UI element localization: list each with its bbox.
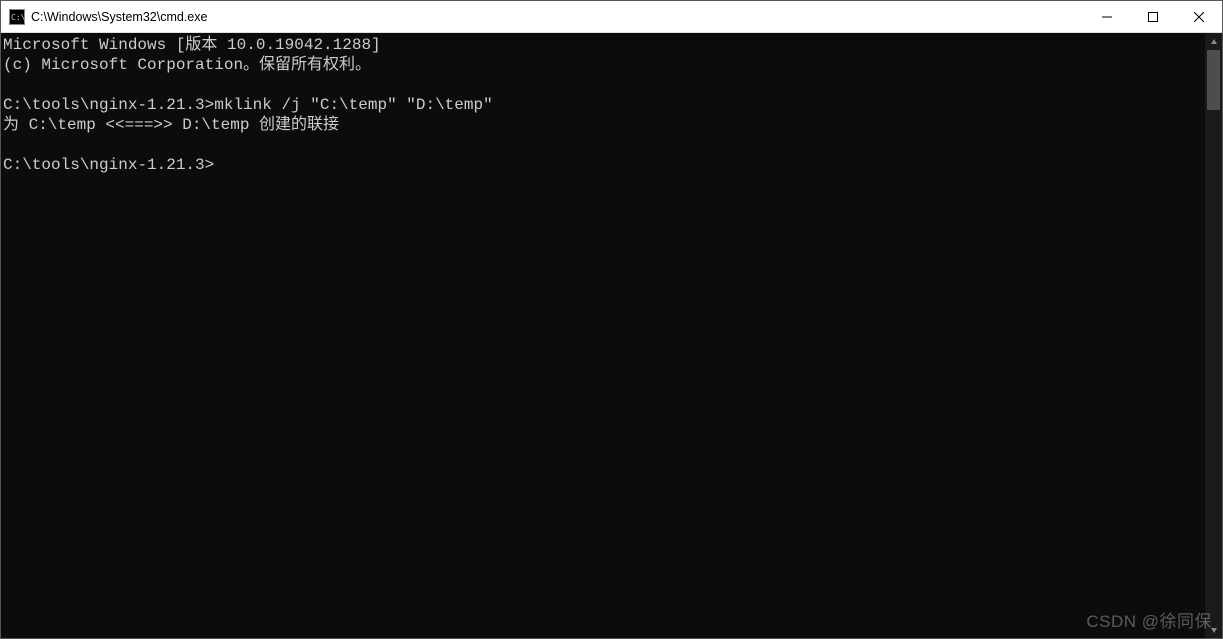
- console-line: C:\tools\nginx-1.21.3>: [3, 155, 1205, 175]
- console-line: [3, 75, 1205, 95]
- titlebar[interactable]: C:\ C:\Windows\System32\cmd.exe: [1, 1, 1222, 33]
- window-controls: [1084, 1, 1222, 32]
- cmd-window: C:\ C:\Windows\System32\cmd.exe Microsof…: [0, 0, 1223, 639]
- console-line: 为 C:\temp <<===>> D:\temp 创建的联接: [3, 115, 1205, 135]
- maximize-button[interactable]: [1130, 1, 1176, 32]
- console-line: (c) Microsoft Corporation。保留所有权利。: [3, 55, 1205, 75]
- close-button[interactable]: [1176, 1, 1222, 32]
- minimize-button[interactable]: [1084, 1, 1130, 32]
- scroll-up-arrow[interactable]: [1205, 33, 1222, 50]
- scroll-track[interactable]: [1205, 50, 1222, 621]
- console-line: [3, 135, 1205, 155]
- svg-text:C:\: C:\: [11, 13, 25, 22]
- window-title: C:\Windows\System32\cmd.exe: [31, 10, 1084, 24]
- scroll-thumb[interactable]: [1207, 50, 1220, 110]
- scroll-down-arrow[interactable]: [1205, 621, 1222, 638]
- cmd-icon: C:\: [9, 9, 25, 25]
- console-line: Microsoft Windows [版本 10.0.19042.1288]: [3, 35, 1205, 55]
- console-line: C:\tools\nginx-1.21.3>mklink /j "C:\temp…: [3, 95, 1205, 115]
- vertical-scrollbar[interactable]: [1205, 33, 1222, 638]
- console-output[interactable]: Microsoft Windows [版本 10.0.19042.1288](c…: [1, 33, 1205, 638]
- client-area: Microsoft Windows [版本 10.0.19042.1288](c…: [1, 33, 1222, 638]
